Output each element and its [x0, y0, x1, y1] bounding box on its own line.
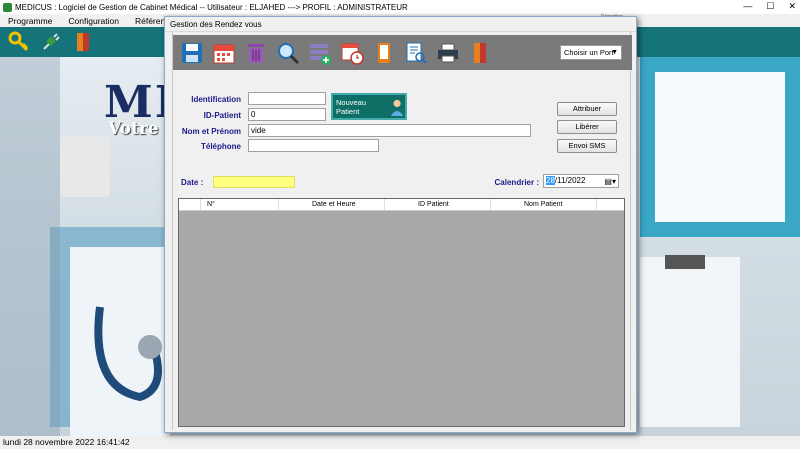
- nom-prenom-input[interactable]: vide: [248, 124, 531, 137]
- port-select[interactable]: Choisir un Port ▼: [560, 45, 622, 60]
- calendrier-label: Calendrier :: [494, 178, 539, 187]
- minimize-button[interactable]: —: [743, 1, 752, 12]
- window-controls: — ☐ ✕: [743, 1, 796, 12]
- grid-header-nom-patient[interactable]: Nom Patient: [491, 199, 597, 210]
- port-select-value: Choisir un Port: [564, 48, 614, 57]
- envoi-sms-button[interactable]: Envoi SMS: [557, 139, 617, 153]
- id-patient-input[interactable]: 0: [248, 108, 326, 121]
- menu-configuration[interactable]: Configuration: [68, 16, 119, 26]
- liberer-button[interactable]: Libérer: [557, 120, 617, 134]
- close-button[interactable]: ✕: [788, 1, 796, 12]
- maximize-button[interactable]: ☐: [766, 1, 774, 12]
- exit-door-icon[interactable]: [72, 30, 94, 54]
- search-icon[interactable]: [273, 38, 302, 67]
- key-icon[interactable]: [8, 30, 30, 54]
- calendar-month-year: /11/2022: [554, 176, 586, 185]
- identification-label: Identification: [191, 95, 241, 104]
- new-patient-button[interactable]: Nouveau Patient: [331, 93, 407, 120]
- dialog-toolbar: Choisir un Port ▼: [173, 35, 632, 70]
- nom-prenom-label: Nom et Prénom: [181, 127, 241, 136]
- print-icon[interactable]: [433, 38, 462, 67]
- id-patient-label: ID-Patient: [203, 111, 241, 120]
- grid-header-number[interactable]: N°: [201, 199, 279, 210]
- chevron-down-icon: ▼: [611, 49, 618, 56]
- doctor-icon: [390, 99, 404, 116]
- grid-header-datetime[interactable]: Date et Heure: [279, 199, 385, 210]
- plug-icon[interactable]: [40, 30, 62, 54]
- app-title-bar: MEDICUS : Logiciel de Gestion de Cabinet…: [0, 0, 800, 14]
- dialog-content: Choisir un Port ▼ Identification ID-Pati…: [172, 32, 632, 430]
- save-icon[interactable]: [177, 38, 206, 67]
- grid-header-selector: [179, 199, 201, 210]
- attribuer-button[interactable]: Attribuer: [557, 102, 617, 116]
- add-list-icon[interactable]: [305, 38, 334, 67]
- new-patient-label: Nouveau Patient: [336, 97, 367, 116]
- status-bar: lundi 28 novembre 2022 16:41:42: [0, 436, 800, 449]
- calendar-day-selected: 28: [546, 176, 555, 185]
- grid-header-id-patient[interactable]: ID Patient: [385, 199, 491, 210]
- grid-header-filler: [597, 199, 624, 210]
- appointments-dialog: Gestion des Rendez vous Choisir un Port …: [164, 16, 637, 433]
- telephone-input[interactable]: [248, 139, 379, 152]
- dialog-title: Gestion des Rendez vous: [165, 17, 636, 32]
- app-title: MEDICUS : Logiciel de Gestion de Cabinet…: [15, 2, 408, 12]
- app-icon: [3, 2, 12, 12]
- identification-input[interactable]: [248, 92, 326, 105]
- date-label: Date :: [181, 178, 204, 187]
- schedule-clock-icon[interactable]: [337, 38, 366, 67]
- date-field[interactable]: [213, 176, 295, 188]
- calendar-date-picker[interactable]: 28/11/2022 ▤▾: [543, 174, 619, 188]
- appointments-grid[interactable]: N° Date et Heure ID Patient Nom Patient: [178, 198, 625, 427]
- phone-icon[interactable]: [369, 38, 398, 67]
- calendar-icon[interactable]: [209, 38, 238, 67]
- document-search-icon[interactable]: [401, 38, 430, 67]
- trash-icon[interactable]: [241, 38, 270, 67]
- calendar-dropdown-icon[interactable]: ▤▾: [604, 176, 616, 188]
- menu-programme[interactable]: Programme: [8, 16, 52, 26]
- telephone-label: Téléphone: [200, 142, 241, 151]
- grid-header: N° Date et Heure ID Patient Nom Patient: [179, 199, 624, 211]
- exit-door-icon[interactable]: [465, 38, 494, 67]
